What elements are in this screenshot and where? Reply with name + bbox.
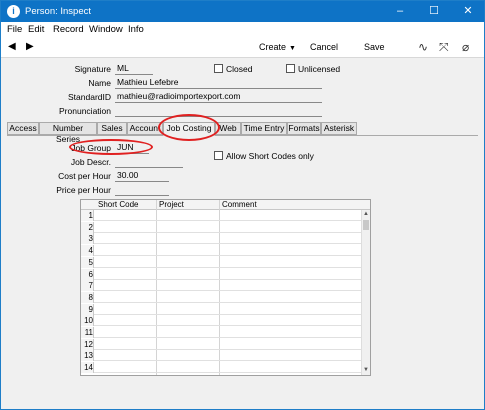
column-short-code[interactable]: Short Code — [98, 200, 138, 210]
pronunciation-field[interactable] — [115, 105, 322, 117]
close-button[interactable]: ✕ — [451, 1, 485, 22]
table-row[interactable]: 13 — [81, 350, 361, 362]
allow-short-codes-checkbox[interactable] — [214, 151, 223, 160]
table-row[interactable]: 2 — [81, 221, 361, 233]
maximize-button[interactable]: ☐ — [417, 1, 451, 22]
short-codes-grid[interactable]: Short Code Project Comment 1 2 3 4 5 6 7 8 9 10 11… — [80, 199, 371, 376]
job-descr-label: Job Descr. — [70, 157, 111, 167]
tab-access[interactable]: Access — [7, 122, 39, 135]
row-number: 1 — [81, 210, 94, 221]
tab-sales[interactable]: Sales — [97, 122, 127, 135]
cost-per-hour-field[interactable]: 30.00 — [115, 170, 169, 182]
forward-arrow-icon[interactable]: ▶ — [26, 41, 34, 52]
menu-window[interactable]: Window — [89, 24, 123, 35]
highlight-circle-job-group — [69, 139, 153, 155]
unlicensed-label: Unlicensed — [298, 64, 341, 74]
back-arrow-icon[interactable]: ◀ — [8, 41, 16, 52]
table-row[interactable]: 11 — [81, 327, 361, 338]
column-project[interactable]: Project — [159, 200, 184, 210]
table-row[interactable]: 9 — [81, 303, 361, 315]
closed-label: Closed — [226, 64, 253, 74]
highlight-circle-tab — [158, 114, 220, 141]
menu-edit[interactable]: Edit — [28, 24, 44, 35]
table-row[interactable]: 1 — [81, 210, 361, 221]
row-number: 13 — [81, 350, 94, 362]
activity-icon[interactable]: ∿ — [418, 40, 428, 54]
row-number: 7 — [81, 280, 94, 292]
toolbar: ◀ ▶ Create ▼ Cancel Save ∿ ⤧ ⌀ — [1, 38, 484, 58]
standardid-field[interactable]: mathieu@radioimportexport.com — [115, 91, 322, 103]
tab-number-series[interactable]: Number Series — [39, 122, 97, 144]
closed-checkbox[interactable] — [214, 64, 223, 73]
scroll-down-icon[interactable]: ▼ — [362, 366, 370, 375]
grid-scrollbar[interactable]: ▲ ▼ — [361, 210, 370, 375]
price-per-hour-label: Price per Hour — [56, 185, 111, 195]
scroll-up-icon[interactable]: ▲ — [362, 210, 370, 219]
table-row[interactable]: 12 — [81, 338, 361, 350]
row-number: 2 — [81, 221, 94, 233]
row-number: 3 — [81, 233, 94, 245]
row-number: 12 — [81, 338, 94, 350]
info-circle-icon: i — [7, 5, 20, 18]
table-row[interactable]: 10 — [81, 315, 361, 327]
menu-bar: File Edit Record Window Info — [1, 22, 484, 38]
row-number: 5 — [81, 256, 94, 268]
title-bar[interactable]: i Person: Inspect – ☐ ✕ — [1, 1, 484, 22]
minimize-button[interactable]: – — [383, 1, 417, 22]
unlicensed-checkbox[interactable] — [286, 64, 295, 73]
job-descr-field[interactable] — [115, 156, 183, 168]
expand-icon[interactable]: ⤧ — [439, 40, 449, 55]
save-button[interactable]: Save — [364, 42, 385, 52]
grid-header: Short Code Project Comment — [81, 200, 370, 210]
cancel-button[interactable]: Cancel — [310, 42, 338, 52]
column-comment[interactable]: Comment — [222, 200, 257, 210]
name-label: Name — [88, 78, 111, 88]
menu-record[interactable]: Record — [53, 24, 84, 35]
price-per-hour-field[interactable] — [115, 184, 169, 196]
table-row[interactable]: 5 — [81, 256, 361, 268]
create-label: Create — [259, 42, 287, 52]
table-row[interactable]: 8 — [81, 291, 361, 303]
allow-short-codes-label: Allow Short Codes only — [226, 151, 314, 161]
menu-file[interactable]: File — [7, 24, 22, 35]
table-row[interactable]: 6 — [81, 268, 361, 280]
signature-label: Signature — [74, 64, 111, 74]
tab-time-entry[interactable]: Time Entry — [241, 122, 287, 135]
row-number: 14 — [81, 362, 94, 374]
standardid-label: StandardID — [68, 92, 111, 102]
table-row[interactable]: 4 — [81, 245, 361, 257]
name-field[interactable]: Mathieu Lefebre — [115, 77, 322, 89]
paperclip-icon[interactable]: ⌀ — [462, 40, 469, 54]
window-title: Person: Inspect — [25, 6, 92, 17]
create-button[interactable]: Create ▼ — [259, 42, 296, 52]
cost-per-hour-label: Cost per Hour — [58, 171, 111, 181]
scrollbar-thumb[interactable] — [363, 220, 369, 230]
row-number: 6 — [81, 268, 94, 280]
chevron-down-icon: ▼ — [289, 45, 296, 52]
row-number: 9 — [81, 303, 94, 315]
row-number: 11 — [81, 327, 94, 338]
row-number: 4 — [81, 245, 94, 257]
row-number: 10 — [81, 315, 94, 327]
pronunciation-label: Pronunciation — [59, 106, 111, 116]
row-number: 8 — [81, 291, 94, 303]
tab-formats[interactable]: Formats — [287, 122, 321, 135]
menu-info[interactable]: Info — [128, 24, 144, 35]
person-inspect-window: i Person: Inspect – ☐ ✕ File Edit Record… — [0, 0, 485, 410]
table-row[interactable]: 14 — [81, 362, 361, 374]
signature-field[interactable]: ML — [115, 63, 153, 75]
table-row[interactable]: 7 — [81, 280, 361, 292]
table-row[interactable]: 3 — [81, 233, 361, 245]
tab-asterisk[interactable]: Asterisk — [321, 122, 357, 135]
